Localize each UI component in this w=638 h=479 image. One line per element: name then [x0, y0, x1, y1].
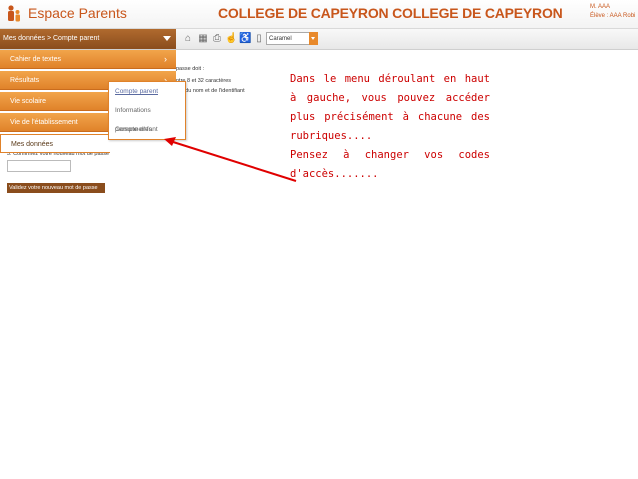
validate-password-button[interactable]: Validez votre nouveau mot de passe	[7, 183, 105, 193]
chevron-down-icon	[163, 36, 171, 41]
save-icon[interactable]: ▦	[197, 32, 209, 45]
chevron-right-icon: ›	[164, 54, 167, 64]
school-title: COLLEGE DE CAPEYRON COLLEGE DE CAPEYRON	[218, 5, 563, 21]
user-info: M. AAA Élève : AAA Robi	[590, 3, 635, 21]
annotation-note: Dans le menu déroulant en haut à gauche,…	[290, 70, 490, 184]
menu-bar: Mes données > Compte parent ⌂ ▦ ⎙ ☝ ♿ ▯ …	[0, 29, 638, 50]
user-name: M. AAA	[590, 4, 611, 10]
parents-logo-icon	[8, 5, 20, 22]
submenu-item-compte-parent[interactable]: Compte parent	[109, 82, 185, 101]
wheelchair-icon[interactable]: ♿	[239, 32, 251, 45]
main-menu-trigger[interactable]: Mes données > Compte parent	[0, 29, 176, 49]
menu-item-mes-donnees[interactable]: Mes données	[0, 134, 110, 153]
submenu-mes-donnees: Compte parent Informations personnelles …	[108, 81, 186, 140]
top-header: Espace Parents COLLEGE DE CAPEYRON COLLE…	[0, 0, 638, 29]
menu-trigger-label: Mes données > Compte parent	[3, 35, 100, 42]
annotation-paragraph-1: Dans le menu déroulant en haut à gauche,…	[290, 73, 490, 142]
menu-item-label: Mes données	[11, 141, 54, 148]
submenu-item-compte-enfant[interactable]: Compte enfant	[109, 120, 185, 139]
chevron-down-icon	[309, 32, 318, 45]
accessibility-icon[interactable]: ☝	[225, 32, 237, 45]
rules-heading: passe doit :	[176, 66, 205, 72]
submenu-item-informations-personnelles[interactable]: Informations personnelles	[109, 101, 185, 133]
help-icon[interactable]: ▯	[253, 32, 265, 45]
theme-select-value: Caramel	[269, 36, 292, 42]
theme-select[interactable]: Caramel	[266, 32, 318, 45]
menu-item-label: Vie de l'établissement	[10, 119, 78, 126]
print-icon[interactable]: ⎙	[211, 32, 223, 45]
home-icon[interactable]: ⌂	[182, 32, 194, 45]
confirm-password-input[interactable]	[7, 160, 71, 172]
student-label[interactable]: Élève : AAA Robi	[590, 12, 635, 21]
rules-identity: ent du nom et de l'identifiant	[176, 88, 245, 94]
menu-item-label: Résultats	[10, 77, 40, 84]
annotation-paragraph-2: Pensez à changer vos codes d'accès......…	[290, 149, 490, 180]
menu-item-label: Cahier de textes	[10, 56, 61, 63]
menu-item-cahier-de-textes[interactable]: Cahier de textes ›	[0, 50, 176, 69]
app-title: Espace Parents	[28, 5, 127, 21]
menu-item-label: Vie scolaire	[10, 98, 47, 105]
